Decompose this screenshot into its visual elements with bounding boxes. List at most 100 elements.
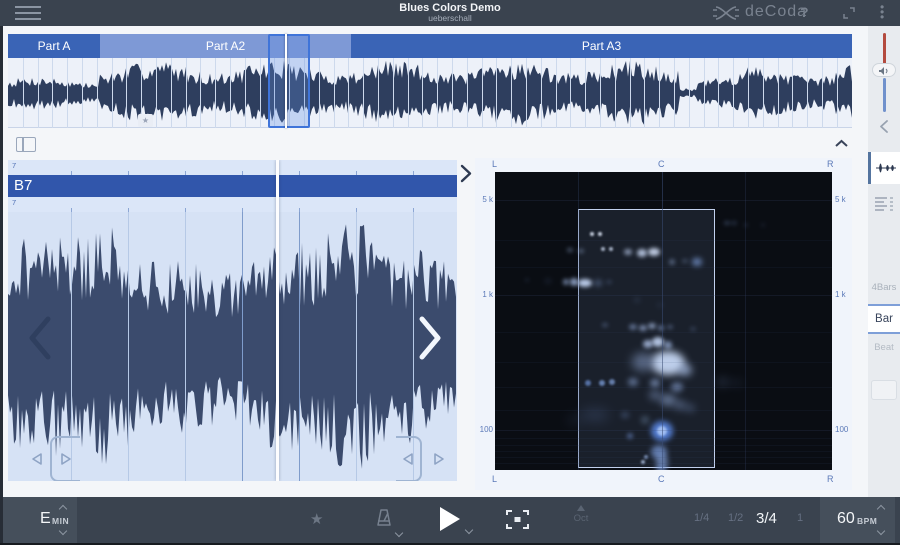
spectrum-energy-blob	[606, 280, 612, 284]
window-left-edge	[0, 26, 3, 543]
loop-start-bracket[interactable]	[50, 436, 80, 481]
loop-nudge-left-icon[interactable]	[30, 452, 44, 466]
chord-ruler-bottom: 7	[8, 197, 457, 212]
bpm-unit: BPM	[857, 516, 877, 526]
chord-ruler-top: 7	[8, 160, 457, 175]
layout-toggle-icon[interactable]	[16, 137, 36, 152]
sidebar-empty-slot[interactable]	[871, 380, 897, 400]
help-button[interactable]: ?	[800, 4, 809, 20]
key-mode: MIN	[52, 516, 69, 526]
focus-loop-button[interactable]	[506, 510, 529, 529]
spectrum-energy-blob	[601, 247, 605, 251]
spectrum-energy-blob	[525, 278, 529, 282]
collapse-sidebar-icon[interactable]	[877, 119, 891, 134]
spectrum-energy-blob	[570, 278, 578, 286]
timeline-playhead[interactable]	[285, 34, 287, 128]
loop-start-play-icon	[60, 452, 72, 466]
spectrum-energy-blob	[637, 249, 647, 257]
spectrum-energy-blob	[658, 325, 664, 331]
octave-up-icon[interactable]	[577, 505, 585, 511]
metronome-button[interactable]	[376, 508, 392, 527]
pan-label-left-top: L	[492, 159, 497, 169]
spectrum-energy-blob	[731, 221, 737, 225]
octave-control[interactable]: Oct	[566, 505, 596, 524]
overview-waveform[interactable]	[8, 58, 852, 128]
speed-option-full[interactable]: 1	[797, 512, 803, 524]
spectrum-energy-blob	[692, 258, 702, 266]
key-up-icon[interactable]	[59, 505, 67, 513]
freq-label-5k-right: 5 k	[835, 195, 846, 204]
spectrum-energy-blob	[732, 380, 742, 386]
volume-slider-upper[interactable]	[883, 33, 886, 66]
spectrum-energy-blob	[628, 378, 638, 386]
pan-label-center-top: C	[658, 159, 665, 169]
speed-option-quarter[interactable]: 1/4	[694, 512, 709, 524]
top-bar: Blues Colors Demo ueberschall deCoda ? •…	[0, 0, 900, 26]
key-down-icon[interactable]	[59, 527, 67, 535]
spectrum-energy-blob	[567, 248, 573, 252]
chord-bar-b7[interactable]: B7	[8, 175, 457, 197]
metronome-options-icon[interactable]	[395, 529, 403, 537]
spectrum-energy-blob	[724, 221, 730, 225]
transport-bar: E MIN ★ Oct	[0, 497, 900, 545]
more-options-icon[interactable]: •••	[880, 5, 884, 20]
timeline-selection-region[interactable]	[268, 34, 310, 128]
stereo-spectrum-panel[interactable]: L C R 5 k 1 k 100 5 k 1 k 100 L C R	[475, 158, 852, 490]
spectrum-energy-blob	[578, 279, 592, 287]
zoom-option-bar-selected[interactable]: Bar	[868, 304, 900, 334]
previous-section-arrow[interactable]	[26, 315, 54, 361]
zoom-option-beat[interactable]: Beat	[868, 342, 900, 353]
focus-loop-icon	[506, 510, 529, 529]
spectrum-energy-blob	[594, 280, 602, 286]
marker-star-badge[interactable]: ★	[138, 114, 153, 127]
spectrum-energy-blob	[669, 259, 675, 265]
spectrum-energy-blob	[656, 465, 666, 470]
brand-name: deCoda	[745, 3, 807, 21]
play-button[interactable]	[440, 507, 460, 531]
spectrum-energy-blob	[545, 279, 551, 283]
part-a3-band[interactable]: Part A3	[351, 34, 852, 58]
waveform-view-button[interactable]	[868, 152, 900, 184]
speaker-icon	[878, 66, 890, 76]
volume-slider-lower[interactable]	[883, 78, 886, 112]
freq-label-5k-left: 5 k	[482, 195, 493, 204]
collapse-panel-icon[interactable]	[834, 139, 849, 148]
spectrum-energy-blob	[567, 416, 583, 424]
spectrum-energy-blob	[717, 378, 729, 386]
loop-nudge-right-icon[interactable]	[432, 452, 446, 466]
decoda-app-window: Blues Colors Demo ueberschall deCoda ? •…	[0, 0, 900, 545]
metronome-icon	[376, 508, 392, 527]
speed-option-half[interactable]: 1/2	[728, 512, 743, 524]
spectrum-energy-blob	[664, 341, 672, 349]
spectrum-energy-blob	[761, 223, 765, 227]
loop-end-bracket[interactable]	[396, 436, 422, 481]
spectrum-energy-blob	[563, 279, 569, 285]
spectrum-energy-blob	[648, 248, 660, 256]
expand-panel-arrow[interactable]	[459, 164, 473, 183]
part-a2-band[interactable]: Part A2	[100, 34, 351, 58]
bpm-up-icon[interactable]	[877, 505, 885, 513]
spectrum-energy-blob	[634, 298, 640, 302]
marker-star-button[interactable]: ★	[310, 510, 323, 528]
spectrum-display[interactable]	[495, 172, 832, 470]
song-overview-timeline[interactable]: Part A Part A2 Part A3 ★	[8, 34, 852, 128]
spectrum-energy-blob	[648, 323, 656, 329]
freq-label-100-left: 100	[480, 425, 493, 434]
octave-label: Oct	[566, 513, 596, 524]
lyrics-view-button[interactable]	[868, 190, 900, 218]
spectrum-energy-blob	[585, 380, 591, 386]
detail-playhead[interactable]	[276, 160, 279, 481]
key-selector[interactable]: E MIN	[0, 497, 77, 543]
speed-option-threequarter-selected[interactable]: 3/4	[756, 510, 777, 527]
bpm-value: 60	[837, 510, 855, 528]
play-options-icon[interactable]	[465, 526, 473, 534]
bpm-down-icon[interactable]	[877, 527, 885, 535]
key-value: E	[40, 510, 51, 528]
next-section-arrow[interactable]	[416, 315, 444, 361]
zoom-option-4bars[interactable]: 4Bars	[868, 282, 900, 293]
fullscreen-icon[interactable]	[842, 6, 856, 20]
bpm-selector[interactable]: 60 BPM	[820, 497, 895, 543]
volume-knob[interactable]	[872, 63, 896, 77]
detail-wave-panel[interactable]: 7 B7 7	[8, 160, 457, 481]
part-a-band[interactable]: Part A	[8, 34, 100, 58]
